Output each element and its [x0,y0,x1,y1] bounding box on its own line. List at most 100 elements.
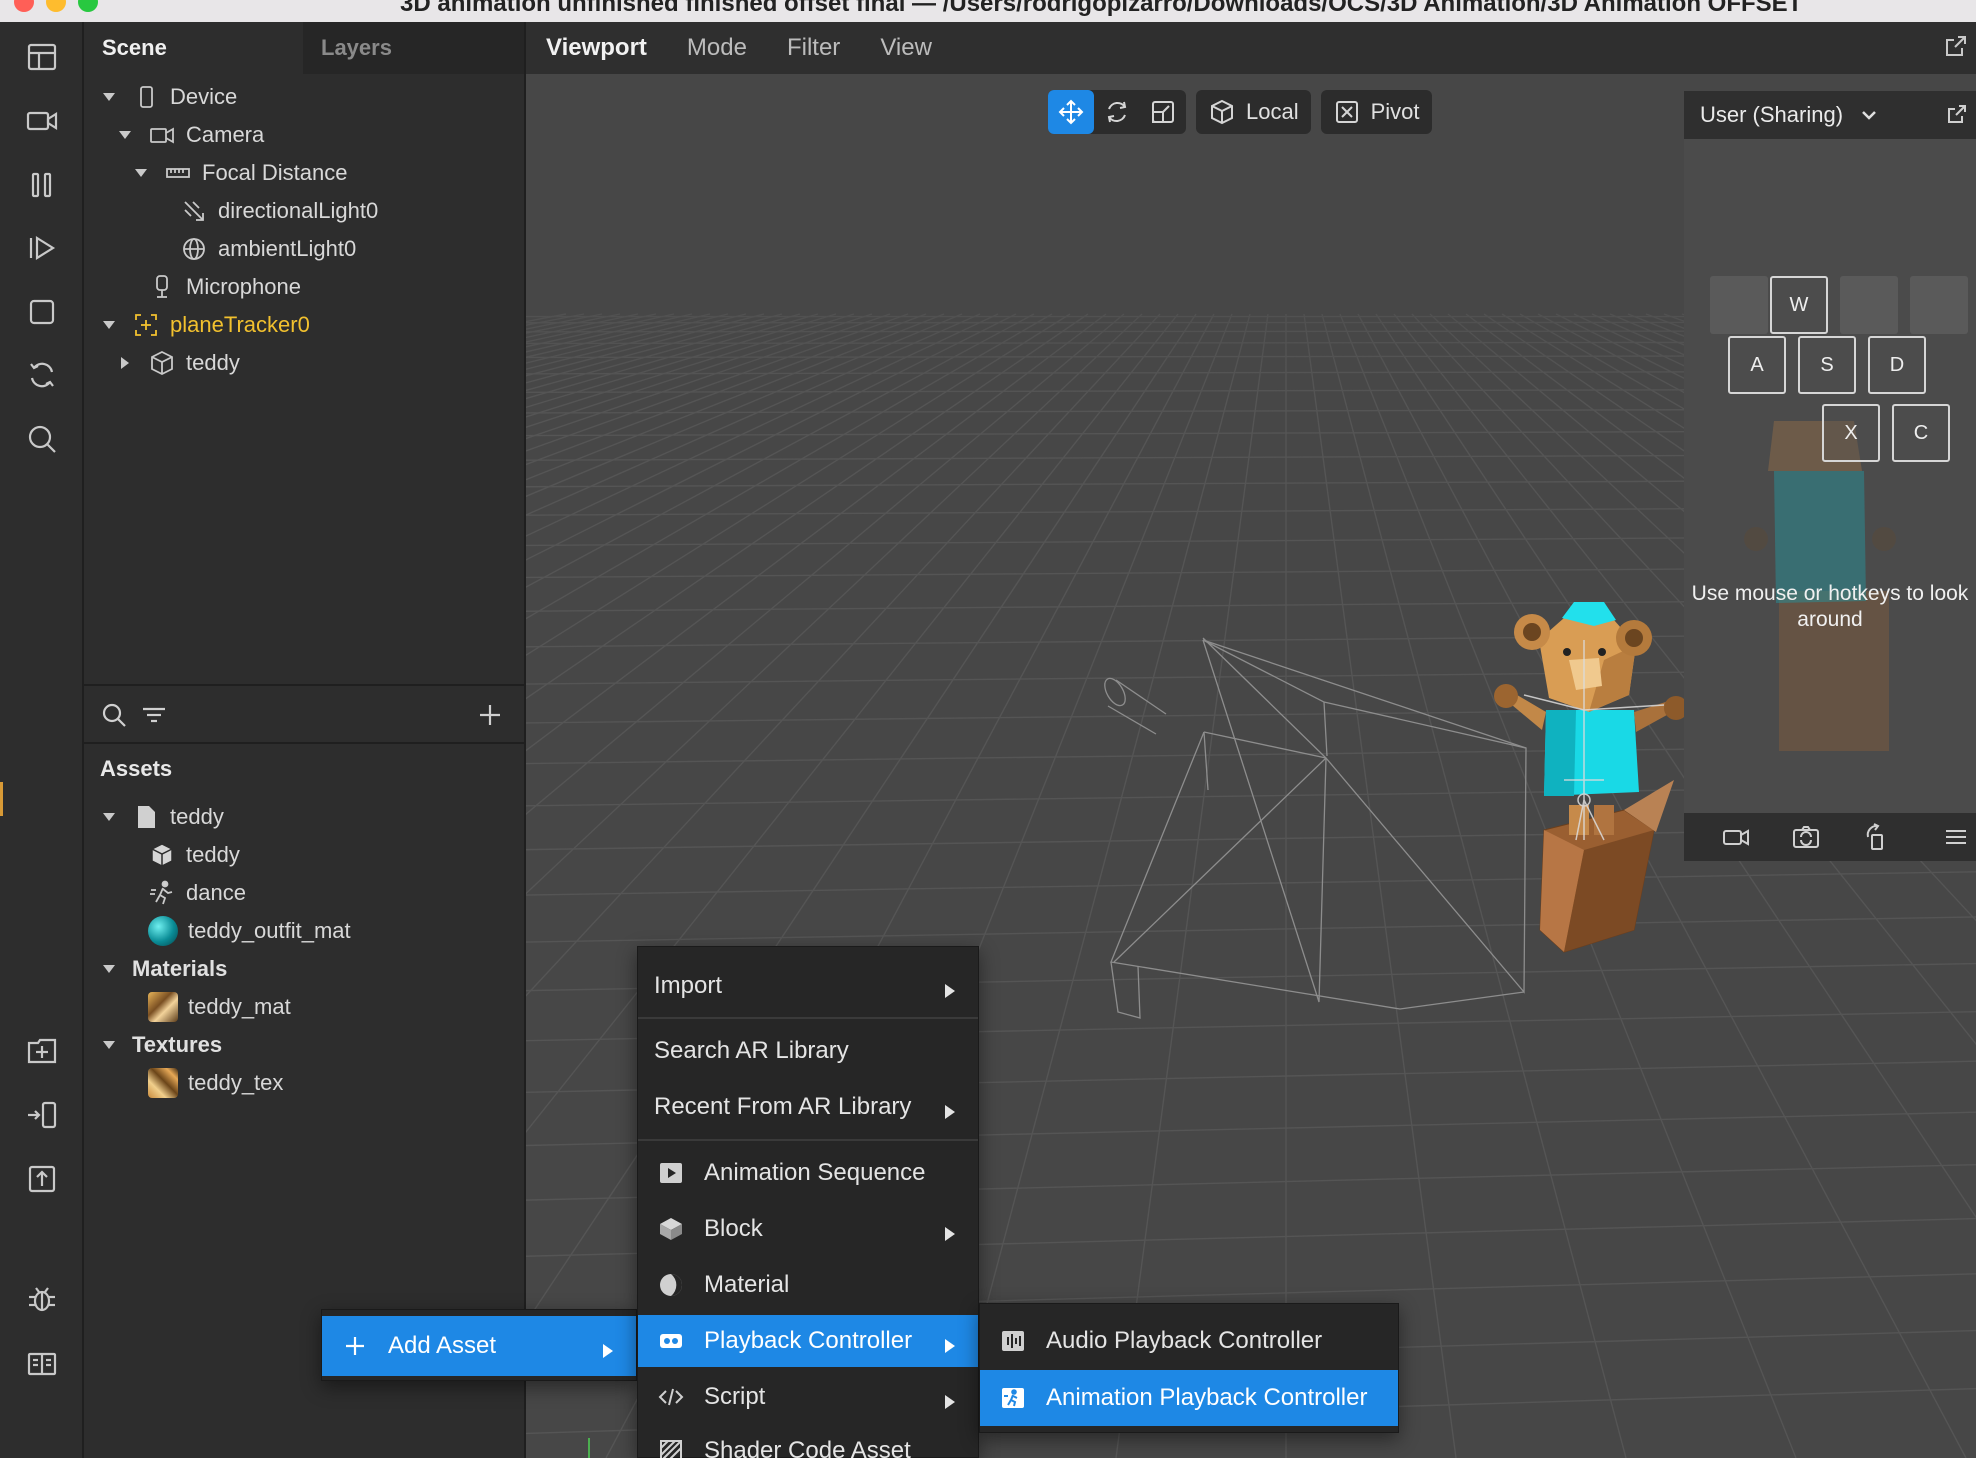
key-d[interactable]: D [1868,336,1926,394]
expand-arrow-icon[interactable] [100,1036,118,1054]
texture-item-teddy-tex[interactable]: teddy_tex [148,1060,283,1106]
expand-arrow-icon[interactable] [100,88,118,106]
search-icon[interactable] [100,701,130,731]
globe-icon [180,235,208,263]
zoom-window-button[interactable] [78,0,98,12]
book-icon[interactable] [22,1343,62,1383]
menu-item-label: Playback Controller [704,1327,913,1354]
key-w[interactable]: W [1770,276,1828,334]
simulator-preview-teddy [1744,421,1896,751]
expand-arrow-icon[interactable] [132,164,150,182]
menu-item-label: Script [704,1383,766,1410]
teddy-model[interactable] [1484,600,1684,960]
axis-marker [588,1438,590,1458]
simulator-footer [1684,813,1976,861]
menu-item-label: Animation Sequence [704,1159,926,1186]
pause-icon[interactable] [22,165,62,205]
local-toggle[interactable]: Local [1196,90,1311,134]
menu-item-label: Animation Playback Controller [1046,1384,1368,1411]
add-asset-menu: Add Asset [321,1309,637,1381]
menu-item-search-ar-library[interactable]: Search AR Library [638,1025,978,1077]
layout-icon[interactable] [22,37,62,77]
key-ghost [1910,276,1968,334]
flip-camera-icon[interactable] [1792,823,1822,853]
texture-item-label: teddy_tex [188,1070,284,1095]
expand-arrow-icon[interactable] [100,316,118,334]
video-camera-icon[interactable] [22,101,62,141]
stop-icon[interactable] [22,292,62,332]
block-icon [656,1214,686,1244]
expand-arrow-icon[interactable] [100,960,118,978]
submenu-arrow-icon [602,1338,614,1358]
refresh-icon[interactable] [22,355,62,395]
menu-item-import[interactable]: Import [638,960,978,1012]
key-x[interactable]: X [1822,404,1880,462]
menu-item-block[interactable]: Block [638,1203,978,1255]
key-c[interactable]: C [1892,404,1950,462]
audio-controller-icon [998,1326,1028,1356]
scale-tool-button[interactable] [1140,90,1186,134]
expand-arrow-icon[interactable] [100,808,118,826]
menu-item-recent-ar-library[interactable]: Recent From AR Library [638,1081,978,1133]
tab-layers[interactable]: Layers [303,22,524,74]
pivot-button[interactable]: Pivot [1321,90,1432,134]
file-icon [132,803,160,831]
menu-item-label: Block [704,1215,763,1242]
rail-accent-marker [0,782,3,816]
tree-item-teddy[interactable]: teddy [116,340,240,386]
search-icon[interactable] [22,419,62,459]
menu-filter[interactable]: Filter [767,34,860,62]
popout-icon[interactable] [1944,34,1970,60]
plane-tracker-icon [132,311,160,339]
upload-icon[interactable] [22,1159,62,1199]
key-a[interactable]: A [1728,336,1786,394]
filter-icon[interactable] [140,701,170,731]
camera-frustum [1104,637,1527,1019]
rotate-tool-button[interactable] [1094,90,1140,134]
local-button[interactable]: Local [1196,90,1311,134]
key-s[interactable]: S [1798,336,1856,394]
menu-item-animation-sequence[interactable]: Animation Sequence [638,1147,978,1199]
chevron-down-icon[interactable] [1859,105,1879,125]
simulator-header: User (Sharing) [1684,91,1976,139]
external-window-icon[interactable] [1946,103,1970,127]
step-forward-icon[interactable] [22,228,62,268]
transform-toolbar: Local Pivot [1048,90,1442,134]
close-window-button[interactable] [14,0,34,12]
simulator-device-label[interactable]: User (Sharing) [1700,102,1843,128]
add-asset-button[interactable]: Add Asset [322,1316,636,1376]
menu-item-shader-code-asset[interactable]: Shader Code Asset [638,1425,978,1458]
new-folder-icon[interactable] [22,1031,62,1071]
tab-viewport[interactable]: Viewport [526,34,667,62]
rotate-device-icon[interactable] [1862,823,1892,853]
move-tool-button[interactable] [1048,90,1094,134]
menu-item-material[interactable]: Material [638,1259,978,1311]
menu-item-audio-playback-controller[interactable]: Audio Playback Controller [980,1315,1398,1367]
menu-separator [638,1139,978,1141]
menu-view[interactable]: View [860,34,952,62]
menu-item-script[interactable]: Script [638,1371,978,1423]
material-thumbnail [148,992,178,1022]
minimize-window-button[interactable] [46,0,66,12]
add-asset-label: Add Asset [388,1332,497,1359]
menu-separator [638,1017,978,1019]
menu-mode[interactable]: Mode [667,34,767,62]
pivot-toggle[interactable]: Pivot [1320,90,1432,134]
expand-arrow-icon[interactable] [116,126,134,144]
video-camera-icon[interactable] [1722,823,1752,853]
send-to-device-icon[interactable] [22,1095,62,1135]
collapse-arrow-icon[interactable] [116,354,134,372]
simulator-panel[interactable]: User (Sharing) W A S D X C Use mouse or … [1684,91,1976,861]
menu-icon[interactable] [1942,823,1972,853]
submenu-arrow-icon [944,1099,956,1119]
assets-heading: Assets [100,756,173,781]
add-icon[interactable] [476,701,506,731]
menu-item-label: Recent From AR Library [654,1093,912,1120]
tab-scene[interactable]: Scene [84,22,303,74]
menu-item-playback-controller[interactable]: Playback Controller [638,1315,978,1367]
local-label: Local [1246,99,1299,124]
camera-icon [148,121,176,149]
pivot-label: Pivot [1370,99,1420,124]
bug-icon[interactable] [22,1279,62,1319]
menu-item-animation-playback-controller[interactable]: Animation Playback Controller [980,1370,1398,1426]
